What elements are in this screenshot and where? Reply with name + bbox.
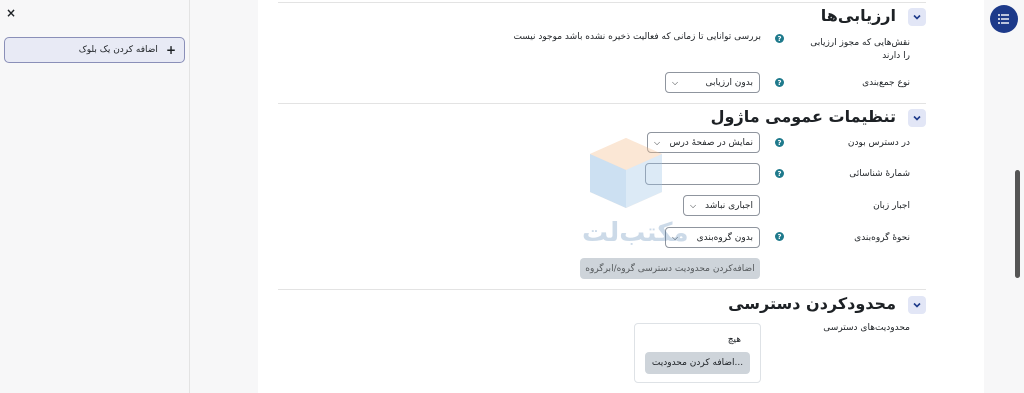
- chevron-down-icon: ⌵: [672, 77, 679, 87]
- section-title-common: تنظیمات عمومی ماژول: [710, 107, 896, 126]
- collapse-assessment-chevron-icon[interactable]: [908, 8, 926, 26]
- plus-icon: +: [165, 43, 176, 57]
- roles-label: نقش‌هایی که مجوز ارزیابی را دارند: [810, 38, 910, 61]
- add-group-restriction-button: اضافه‌کردن محدودیت دسترسی گروه/ابرگروه: [580, 258, 760, 279]
- restrictions-none-text: هیچ: [727, 335, 741, 345]
- collapse-restrict-chevron-icon[interactable]: [908, 296, 926, 314]
- section-divider: [278, 103, 926, 104]
- help-icon[interactable]: ?: [775, 138, 784, 147]
- watermark-text: مکتب‌لت: [582, 218, 689, 248]
- close-drawer-icon[interactable]: ×: [6, 5, 16, 21]
- section-title-restrict: محدودکردن دسترسی: [728, 294, 896, 313]
- roles-value-text: بررسی توانایی تا زمانی که فعالیت ذخیره ن…: [513, 32, 761, 42]
- help-icon[interactable]: ?: [775, 34, 784, 43]
- groupmode-label: نحوهٔ گروه‌بندی: [854, 233, 910, 243]
- section-divider: [278, 2, 926, 3]
- block-drawer: × اضافه کردن یک بلوک +: [0, 0, 190, 393]
- course-index-icon[interactable]: [990, 5, 1018, 33]
- restrictions-label: محدودیت‌های دسترسی: [823, 323, 910, 333]
- availability-label: در دسترس بودن: [847, 138, 910, 148]
- help-icon[interactable]: ?: [775, 232, 784, 241]
- add-block-label: اضافه کردن یک بلوک: [78, 45, 158, 55]
- force-language-select-value: اجباری نباشد: [704, 200, 753, 211]
- add-restriction-button[interactable]: اضافه کردن محدودیت...: [645, 352, 750, 374]
- idnumber-label: شمارهٔ شناسائی: [849, 169, 910, 179]
- section-divider: [278, 289, 926, 290]
- aggregate-select-value: بدون ارزیابی: [705, 77, 754, 88]
- groupmode-select-value: بدون گروه‌بندی: [696, 232, 753, 243]
- aggregate-select[interactable]: بدون ارزیابی ⌵: [665, 72, 760, 93]
- help-icon[interactable]: ?: [775, 78, 784, 87]
- force-language-label: اجبار زبان: [873, 201, 910, 211]
- add-block-button[interactable]: اضافه کردن یک بلوک +: [4, 37, 185, 63]
- help-icon[interactable]: ?: [775, 169, 784, 178]
- page-scrollbar[interactable]: [1015, 170, 1020, 278]
- aggregate-label: نوع جمع‌بندی: [862, 78, 910, 88]
- collapse-common-chevron-icon[interactable]: [908, 109, 926, 127]
- section-title-assessment: ارزیابی‌ها: [820, 6, 896, 25]
